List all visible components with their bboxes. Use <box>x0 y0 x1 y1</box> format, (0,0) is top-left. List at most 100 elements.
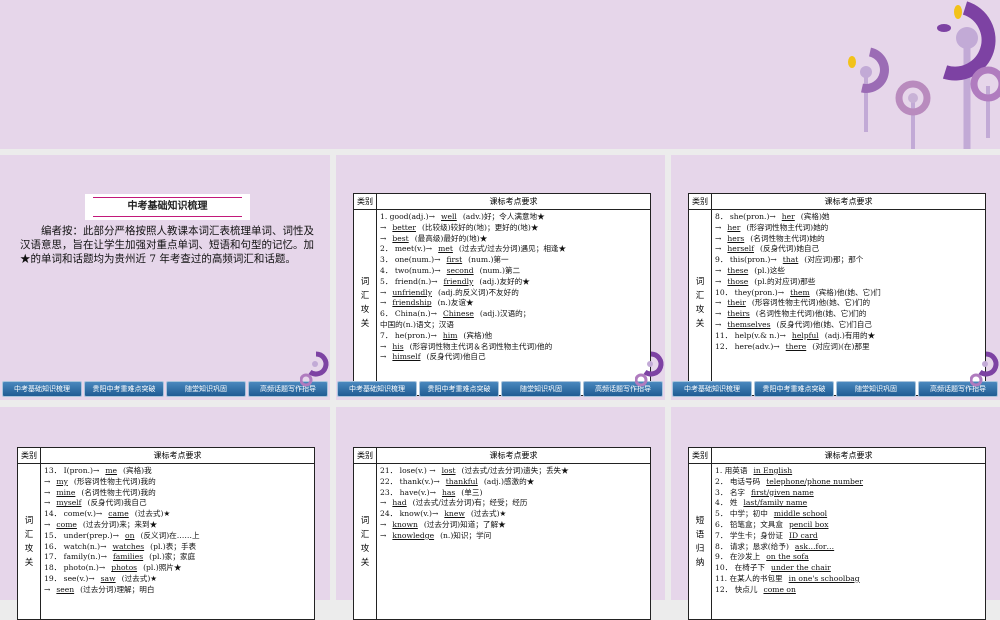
table-header: 类别 课标考点要求 <box>354 194 650 210</box>
flower-decoration-icon <box>848 1 1000 149</box>
line-suffix: (过去式/过去分词)遗失；丢失★ <box>461 466 569 475</box>
answer-text: her <box>727 222 741 232</box>
requirement-header: 课标考点要求 <box>824 451 873 460</box>
line-prefix: 10． they(pron.)→ <box>715 287 785 297</box>
slide-thumbnail-1[interactable] <box>0 155 330 400</box>
table-line: → myself (反身代词)我自己 <box>44 498 312 509</box>
answer-text: has <box>441 487 456 497</box>
line-prefix: 9． this(pron.)→ <box>715 255 777 265</box>
table-line: → had (过去式/过去分词)有；经受；经历 <box>380 498 648 509</box>
line-suffix: (反义词)在……上 <box>140 530 200 540</box>
table-line: 21． lose(v.) → lost (过去式/过去分词)遗失；丢失★ <box>380 466 648 477</box>
line-suffix: (n.)友谊★ <box>437 298 474 308</box>
nav-button-3[interactable]: 随堂知识巩固 <box>166 381 246 397</box>
table-line: → known (过去分词)知道；了解★ <box>380 520 648 531</box>
table-body: 1. 用英语 in English 2． 电话号码 telephone/phone n… <box>715 466 983 596</box>
nav-button-2[interactable]: 贵阳中考重难点突破 <box>754 381 834 397</box>
category-header: 类别 <box>689 448 712 464</box>
table-line: 10． 在椅子下 under the chair <box>715 563 983 574</box>
table-line: 1. 用英语 in English <box>715 466 983 477</box>
line-suffix: (过去式)★ <box>134 509 171 519</box>
answer-text: these <box>727 265 749 275</box>
answer-text: Chinese <box>442 309 474 319</box>
nav-button-2[interactable]: 贵阳中考重难点突破 <box>84 381 164 397</box>
table-line: 9． 在沙发上 on the sofa <box>715 552 983 563</box>
line-prefix: 17． family(n.)→ <box>44 552 107 562</box>
line-prefix: 中国的(n.)语文；汉语 <box>380 319 454 329</box>
table-line: → her (形容词性物主代词)她的 <box>715 223 983 234</box>
answer-text: seen <box>56 584 75 594</box>
line-suffix: (过去分词)知道；了解★ <box>423 519 506 529</box>
answer-text: met <box>438 244 453 254</box>
nav-button-1[interactable]: 中考基础知识梳理 <box>2 381 82 397</box>
vocab-table: 类别 课标考点要求短语归纳 1. 用英语 in English 2． 电话号码 telep… <box>688 447 986 620</box>
answer-text: ID card <box>789 530 818 540</box>
category-char: 词 <box>360 515 370 526</box>
table-line: 17． family(n.)→ families (pl.)家；家庭 <box>44 552 312 563</box>
line-suffix: (形容词性物主代词)他(她、它)们的 <box>751 298 871 308</box>
category-char: 关 <box>24 557 34 568</box>
line-prefix: 6． 铅笔盒；文具盒 <box>715 519 783 529</box>
answer-text: last/family name <box>743 498 808 508</box>
nav-button-2[interactable]: 贵阳中考重难点突破 <box>419 381 499 397</box>
line-prefix: 16． watch(n.)→ <box>44 541 107 551</box>
line-suffix: (对应词)那；那个 <box>804 255 864 265</box>
table-line: 11. 在某人的书包里 in one's schoolbag <box>715 574 983 585</box>
table-line: 23． have(v.)→ has (单三) <box>380 488 648 499</box>
nav-button-3[interactable]: 随堂知识巩固 <box>836 381 916 397</box>
line-prefix: 19． see(v.)→ <box>44 573 95 583</box>
flower-decoration-icon <box>970 351 999 387</box>
answer-text: second <box>446 265 474 275</box>
nav-button-1[interactable]: 中考基础知识梳理 <box>672 381 752 397</box>
table-line: 9． this(pron.)→ that (对应词)那；那个 <box>715 255 983 266</box>
line-prefix: 10． 在椅子下 <box>715 563 766 573</box>
table-header: 类别 课标考点要求 <box>689 194 985 210</box>
category-char: 词 <box>24 515 34 526</box>
line-prefix: 2． meet(v.)→ <box>380 244 433 254</box>
answer-text: better <box>392 222 416 232</box>
answer-text: come <box>56 519 77 529</box>
category-char: 汇 <box>695 290 705 301</box>
line-suffix: (对应词)(在)那里 <box>812 341 870 351</box>
nav-button-3[interactable]: 随堂知识巩固 <box>501 381 581 397</box>
category-char: 关 <box>360 557 370 568</box>
table-line: → come (过去分词)来；来到★ <box>44 520 312 531</box>
table-line: 中国的(n.)语文；汉语 <box>380 320 648 331</box>
slide-preview-top[interactable] <box>0 0 1000 149</box>
line-suffix: (比较级)较好的(地)；更好的(地)★ <box>421 222 539 232</box>
table-line: → my (形容词性物主代词)我的 <box>44 477 312 488</box>
line-prefix: 13． I(pron.)→ <box>44 466 100 475</box>
answer-text: watches <box>112 541 145 551</box>
table-line: 24． know(v.)→ knew (过去式)★ <box>380 509 648 520</box>
line-suffix: (反身代词)他(她、它)们自己 <box>776 319 872 329</box>
table-line: → hers (名词性物主代词)她的 <box>715 234 983 245</box>
table-line: 22． thank(v.)→ thankful (adj.)感激的★ <box>380 477 648 488</box>
category-cell: 词汇攻关 <box>354 210 377 395</box>
line-suffix: (名词性物主代词)她的 <box>750 233 825 243</box>
category-char: 汇 <box>360 529 370 540</box>
table-line: 10． they(pron.)→ them (宾格)他(她、它)们 <box>715 288 983 299</box>
line-prefix: 11． help(v.& n.)→ <box>715 330 786 340</box>
table-line: → those (pl.的对应词)那些 <box>715 277 983 288</box>
line-suffix: (adj.)友好的★ <box>479 276 530 286</box>
table-line: 3． one(num.)→ first (num.)第一 <box>380 255 648 266</box>
answer-text: came <box>108 509 129 519</box>
slide-title: 中考基础知识梳理 <box>85 194 250 220</box>
nav-button-1[interactable]: 中考基础知识梳理 <box>337 381 417 397</box>
category-cell: 词汇攻关 <box>18 464 41 619</box>
table-line: → knowledge (n.)知识；学问 <box>380 531 648 542</box>
line-suffix: (num.)第一 <box>468 255 509 265</box>
answer-text: that <box>782 255 799 265</box>
line-suffix: (过去式)★ <box>121 573 158 583</box>
line-suffix: (反身代词)我自己 <box>87 498 147 508</box>
answer-text: on the sofa <box>766 552 809 562</box>
table-line: → their (形容词性物主代词)他(她、它)们的 <box>715 298 983 309</box>
line-suffix: (adj.)汉语的； <box>479 309 531 319</box>
category-header: 类别 <box>354 448 377 464</box>
line-suffix: (过去式/过去分词)有；经受；经历 <box>412 498 528 508</box>
table-line: → mine (名词性物主代词)我的 <box>44 488 312 499</box>
category-char: 关 <box>695 318 705 329</box>
line-prefix: 14． come(v.)→ <box>44 509 103 519</box>
answer-text: there <box>785 341 807 351</box>
category-char: 攻 <box>360 304 370 315</box>
